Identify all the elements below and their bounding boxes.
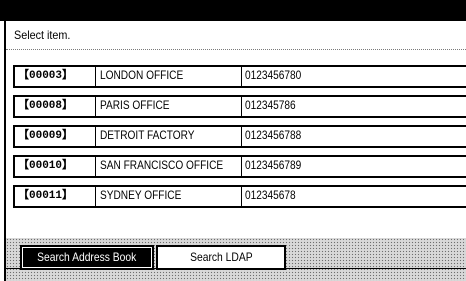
- entry-number: 0123456789: [245, 160, 302, 172]
- instruction-text: Select item.: [14, 28, 71, 42]
- entry-number: 012345786: [245, 100, 296, 112]
- entry-number: 012345678: [245, 190, 296, 202]
- destination-row-00011[interactable]: 【00011】 SYDNEY OFFICE 012345678: [13, 185, 466, 208]
- title-bar: [0, 0, 466, 21]
- tab-label: Search LDAP: [189, 250, 253, 264]
- entry-name-cell: SAN FRANCISCO OFFICE: [95, 157, 241, 176]
- entry-code: 【00010】: [18, 160, 74, 172]
- entry-number-cell: 0123456780: [241, 67, 466, 86]
- entry-name-cell: PARIS OFFICE: [95, 97, 241, 116]
- destination-row-00003[interactable]: 【00003】 LONDON OFFICE 0123456780: [13, 65, 466, 88]
- entry-number-cell: 0123456789: [241, 157, 466, 176]
- entry-code: 【00008】: [18, 100, 74, 112]
- entry-number-cell: 0123456788: [241, 127, 466, 146]
- entry-name: PARIS OFFICE: [100, 100, 170, 112]
- entry-name-cell: SYDNEY OFFICE: [95, 187, 241, 206]
- entry-number: 0123456788: [245, 130, 302, 142]
- divider: [6, 49, 466, 50]
- entry-name: LONDON OFFICE: [100, 70, 184, 82]
- entry-number-cell: 012345786: [241, 97, 466, 116]
- entry-number: 0123456780: [245, 70, 302, 82]
- entry-name: SYDNEY OFFICE: [100, 190, 182, 202]
- entry-code: 【00011】: [18, 190, 74, 202]
- tab-search-ldap[interactable]: Search LDAP: [156, 245, 286, 270]
- destination-row-00010[interactable]: 【00010】 SAN FRANCISCO OFFICE 0123456789: [13, 155, 466, 178]
- tab-search-address-book[interactable]: Search Address Book: [20, 245, 154, 270]
- entry-code: 【00009】: [18, 130, 74, 142]
- entry-name: SAN FRANCISCO OFFICE: [100, 160, 224, 172]
- entry-name-cell: DETROIT FACTORY: [95, 127, 241, 146]
- entry-name: DETROIT FACTORY: [100, 130, 195, 142]
- entry-number-cell: 012345678: [241, 187, 466, 206]
- tab-label: Search Address Book: [37, 250, 137, 264]
- tab-bar: Search Address Book Search LDAP: [4, 238, 466, 281]
- divider: [4, 268, 466, 269]
- entry-name-cell: LONDON OFFICE: [95, 67, 241, 86]
- destination-row-00008[interactable]: 【00008】 PARIS OFFICE 012345786: [13, 95, 466, 118]
- display-screen: Select item. 【00003】 LONDON OFFICE 01234…: [0, 0, 466, 281]
- destination-row-00009[interactable]: 【00009】 DETROIT FACTORY 0123456788: [13, 125, 466, 148]
- entry-code: 【00003】: [18, 70, 74, 82]
